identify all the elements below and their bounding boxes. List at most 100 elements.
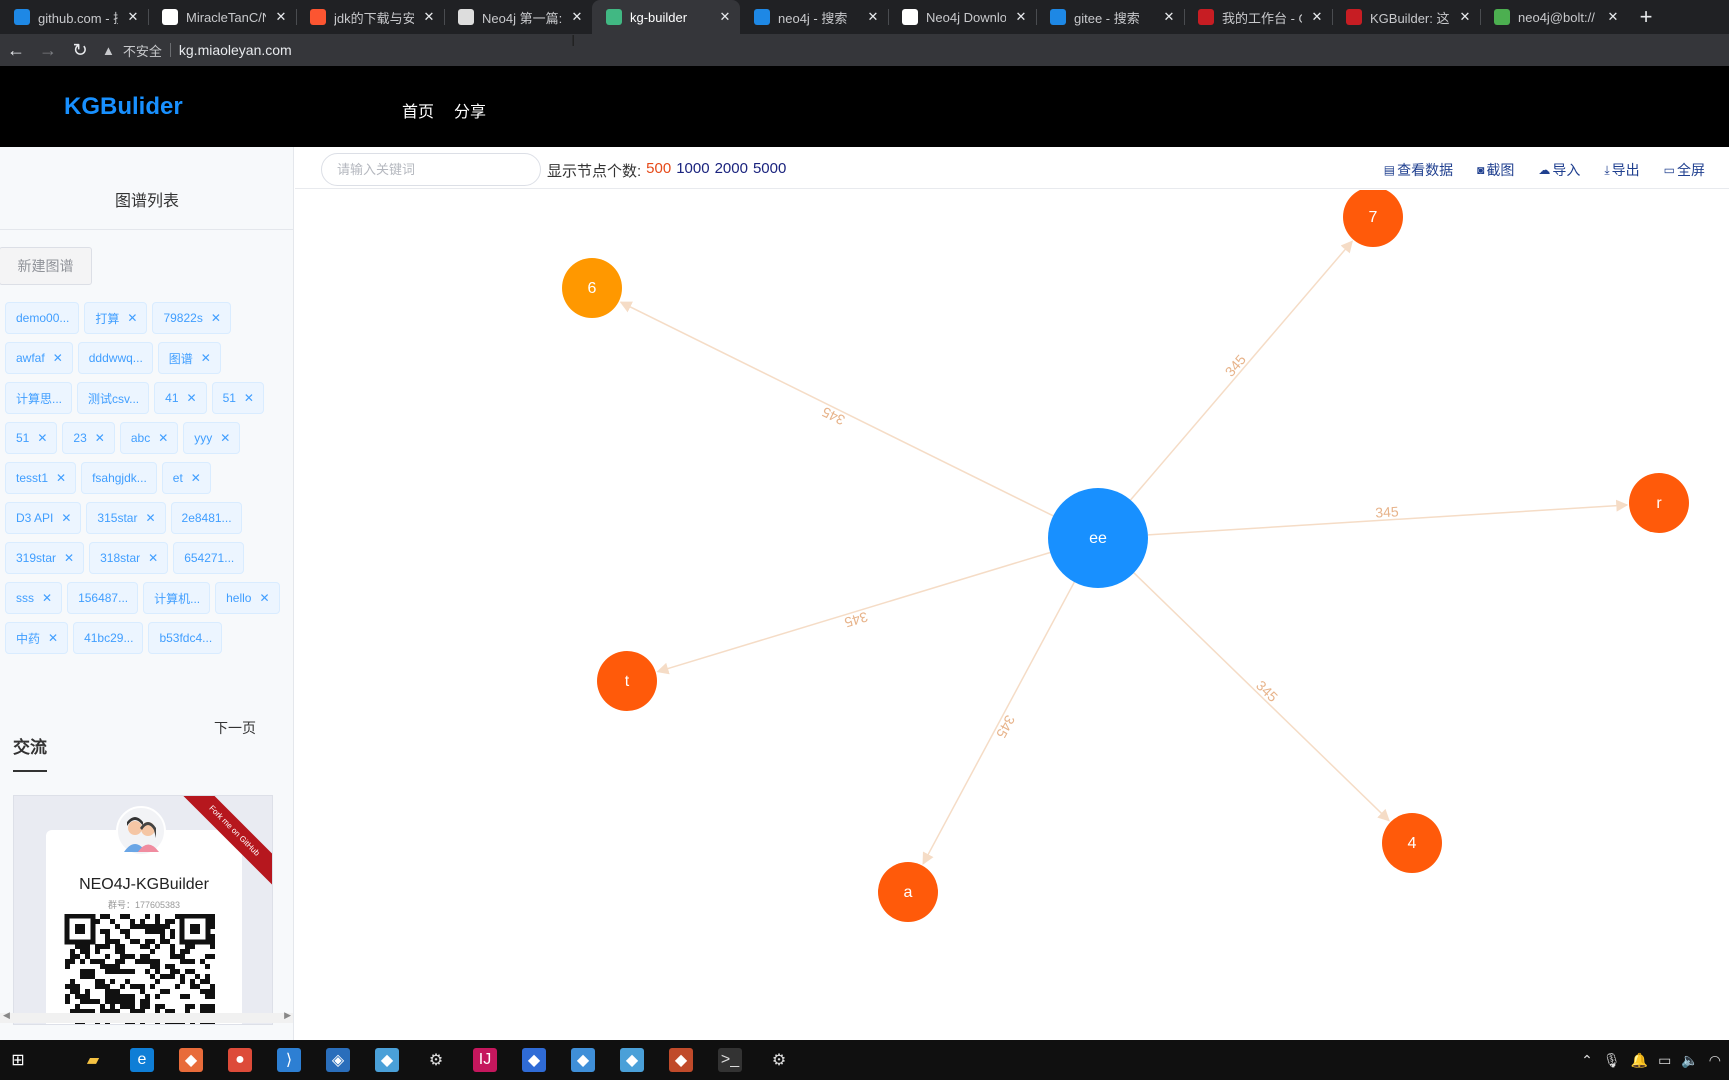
forward-icon[interactable]: →: [32, 34, 64, 66]
close-icon[interactable]: ✕: [187, 391, 197, 405]
graph-tag[interactable]: abc ✕: [119, 422, 179, 454]
app-icon[interactable]: ◆: [375, 1048, 399, 1072]
graph-tag[interactable]: 315star ✕: [86, 502, 166, 534]
graph-tag[interactable]: 41 ✕: [154, 382, 207, 414]
close-icon[interactable]: ✕: [220, 431, 230, 445]
windows-start-icon[interactable]: ⊞: [6, 1048, 30, 1072]
graph-canvas[interactable]: 345 345 345 345 345 345 6 7 r t a 4 ee: [295, 190, 1729, 1040]
close-icon[interactable]: ✕: [37, 431, 47, 445]
new-graph-button[interactable]: 新建图谱: [0, 247, 92, 285]
app-icon[interactable]: ◆: [522, 1048, 546, 1072]
node-count-option[interactable]: 1000: [676, 160, 709, 181]
app-icon[interactable]: ◆: [669, 1048, 693, 1072]
graph-tag[interactable]: sss ✕: [5, 582, 63, 614]
notification-icon[interactable]: 🔔: [1631, 1052, 1648, 1069]
close-icon[interactable]: ✕: [53, 351, 63, 365]
file-explorer-icon[interactable]: ▰: [81, 1048, 105, 1072]
microphone-icon[interactable]: 🎙: [1603, 1052, 1621, 1069]
keyword-search-input[interactable]: [321, 153, 541, 186]
close-icon[interactable]: ✕: [718, 9, 732, 25]
url-text[interactable]: kg.miaoleyan.com: [179, 42, 292, 58]
graph-tag[interactable]: 318star ✕: [89, 542, 169, 574]
browser-tab[interactable]: kg-builder ✕: [592, 0, 740, 34]
graph-tag[interactable]: 计算机...: [143, 582, 211, 614]
horizontal-scrollbar[interactable]: ◀ ▶: [0, 1010, 293, 1023]
app-icon[interactable]: ◆: [571, 1048, 595, 1072]
app-icon[interactable]: ◆: [620, 1048, 644, 1072]
close-icon[interactable]: ✕: [61, 511, 71, 525]
edge-icon[interactable]: e: [130, 1048, 154, 1072]
nav-item-share[interactable]: 分享: [454, 98, 486, 122]
close-icon[interactable]: ✕: [158, 431, 168, 445]
app-icon[interactable]: ◆: [179, 1048, 203, 1072]
graph-tag[interactable]: 654271...: [173, 542, 245, 574]
browser-tab[interactable]: jdk的下载与安装 ✕: [296, 0, 444, 34]
close-icon[interactable]: ✕: [259, 591, 269, 605]
graph-node[interactable]: t: [597, 651, 657, 711]
graph-tag[interactable]: 51 ✕: [211, 382, 264, 414]
graph-node[interactable]: 6: [562, 258, 622, 318]
node-count-option[interactable]: 500: [646, 160, 671, 181]
graph-tag[interactable]: 41bc29...: [73, 622, 144, 654]
close-icon[interactable]: ✕: [1310, 9, 1324, 25]
graph-tag[interactable]: 图谱 ✕: [157, 342, 221, 374]
fullscreen-button[interactable]: ▭ 全屏: [1664, 160, 1705, 180]
node-count-option[interactable]: 5000: [753, 160, 786, 181]
node-count-option[interactable]: 2000: [715, 160, 748, 181]
graph-tag[interactable]: 79822s ✕: [152, 302, 231, 334]
close-icon[interactable]: ✕: [201, 351, 211, 365]
import-button[interactable]: ☁ 导入: [1538, 160, 1580, 180]
graph-tag[interactable]: b53fdc4...: [148, 622, 223, 654]
graph-tag[interactable]: tesst1 ✕: [5, 462, 77, 494]
close-icon[interactable]: ✕: [244, 391, 254, 405]
graph-tag[interactable]: dddwwq...: [77, 342, 153, 374]
close-icon[interactable]: ✕: [1606, 9, 1620, 25]
close-icon[interactable]: ✕: [145, 511, 155, 525]
close-icon[interactable]: ✕: [211, 311, 221, 325]
close-icon[interactable]: ✕: [126, 9, 140, 25]
close-icon[interactable]: ✕: [570, 9, 584, 25]
graph-tag[interactable]: 319star ✕: [5, 542, 85, 574]
battery-icon[interactable]: ▭: [1658, 1052, 1671, 1069]
close-icon[interactable]: ✕: [42, 591, 52, 605]
settings-icon[interactable]: ⚙: [424, 1048, 448, 1072]
new-tab-icon[interactable]: +: [1628, 0, 1664, 34]
browser-tab[interactable]: KGBuilder: 这是 ✕: [1332, 0, 1480, 34]
screenshot-button[interactable]: ◙ 截图: [1477, 160, 1514, 180]
close-icon[interactable]: ✕: [1014, 9, 1028, 25]
app-logo[interactable]: KGBulider: [64, 93, 183, 121]
graph-tag[interactable]: 156487...: [67, 582, 139, 614]
browser-tab[interactable]: Neo4j Downlo ✕: [888, 0, 1036, 34]
graph-node[interactable]: r: [1629, 473, 1689, 533]
wifi-icon[interactable]: ◠: [1709, 1052, 1721, 1069]
vscode-icon[interactable]: ⟩: [277, 1048, 301, 1072]
graph-tag[interactable]: 计算思...: [5, 382, 73, 414]
chrome-icon[interactable]: ●: [228, 1048, 252, 1072]
graph-tag[interactable]: et ✕: [161, 462, 211, 494]
close-icon[interactable]: ✕: [56, 471, 66, 485]
browser-tab[interactable]: neo4j - 搜索 ✕: [740, 0, 888, 34]
graph-tag[interactable]: 中药 ✕: [5, 622, 69, 654]
close-icon[interactable]: ✕: [127, 311, 137, 325]
close-icon[interactable]: ✕: [48, 631, 58, 645]
graph-tag[interactable]: awfaf ✕: [5, 342, 73, 374]
browser-tab[interactable]: Neo4j 第一篇: ✕: [444, 0, 592, 34]
settings-icon[interactable]: ⚙: [767, 1048, 791, 1072]
close-icon[interactable]: ✕: [422, 9, 436, 25]
chevron-up-icon[interactable]: ⌃: [1581, 1052, 1593, 1069]
graph-tag[interactable]: D3 API ✕: [5, 502, 82, 534]
graph-node[interactable]: a: [878, 862, 938, 922]
nav-item-home[interactable]: 首页: [402, 98, 434, 122]
close-icon[interactable]: ✕: [274, 9, 288, 25]
graph-tag[interactable]: 打算 ✕: [84, 302, 148, 334]
browser-tab[interactable]: MiracleTanC/N ✕: [148, 0, 296, 34]
browser-tab[interactable]: neo4j@bolt:// ✕: [1480, 0, 1628, 34]
graph-node-center[interactable]: ee: [1048, 488, 1148, 588]
volume-icon[interactable]: 🔈: [1681, 1052, 1698, 1069]
scroll-right-icon[interactable]: ▶: [284, 1010, 291, 1021]
close-icon[interactable]: ✕: [64, 551, 74, 565]
graph-tag[interactable]: demo00...: [5, 302, 80, 334]
close-icon[interactable]: ✕: [95, 431, 105, 445]
close-icon[interactable]: ✕: [1162, 9, 1176, 25]
graph-node[interactable]: 7: [1343, 190, 1403, 247]
